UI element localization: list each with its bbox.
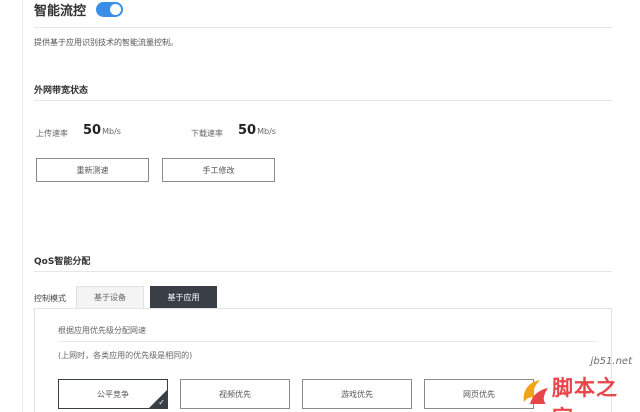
tab-app-based[interactable]: 基于应用 (150, 286, 217, 308)
option-game-priority[interactable]: 游戏优先 (302, 379, 412, 409)
option-label: 公平竞争 (97, 389, 129, 399)
retest-speed-button[interactable]: 重新测速 (36, 158, 149, 182)
bandwidth-section-title: 外网带宽状态 (34, 86, 89, 96)
divider (34, 271, 612, 272)
divider (34, 27, 612, 28)
download-speed-value: 50Mb/s (238, 123, 276, 138)
watermark-url: jb51.net (590, 356, 632, 367)
divider (34, 100, 612, 101)
panel-note: (上网时，各类应用的优先级是相同的) (58, 351, 193, 360)
control-mode-label: 控制模式 (34, 294, 66, 303)
panel-divider (58, 341, 598, 342)
option-video-priority[interactable]: 视频优先 (180, 379, 290, 409)
option-label: 游戏优先 (341, 389, 373, 399)
toggle-knob (110, 3, 122, 15)
download-speed-unit: Mb/s (257, 127, 276, 136)
download-speed-label: 下载速率 (191, 129, 223, 138)
title-row: 智能流控 (34, 0, 124, 19)
tab-device-based[interactable]: 基于设备 (76, 286, 144, 308)
option-label: 网页优先 (463, 389, 495, 399)
check-icon: ✓ (158, 398, 165, 407)
watermark-text: 脚本之家 (552, 375, 618, 412)
upload-speed-unit: Mb/s (102, 127, 121, 136)
page-description: 提供基于应用识别技术的智能流量控制。 (34, 38, 178, 47)
upload-speed-label: 上传速率 (36, 129, 68, 138)
option-label: 视频优先 (219, 389, 251, 399)
option-fair-competition[interactable]: 公平竞争 ✓ (58, 379, 168, 409)
watermark: jb51.net 脚本之家 (518, 356, 638, 412)
manual-edit-button[interactable]: 手工修改 (162, 158, 275, 182)
panel-hint: 根据应用优先级分配网速 (58, 326, 146, 335)
upload-speed-number: 50 (83, 123, 102, 138)
qos-section-title: QoS智能分配 (34, 257, 91, 267)
smart-flow-toggle[interactable] (96, 1, 124, 17)
page-title: 智能流控 (34, 3, 87, 19)
download-speed-number: 50 (238, 123, 257, 138)
upload-speed-value: 50Mb/s (83, 123, 121, 138)
watermark-logo-icon (523, 380, 548, 404)
